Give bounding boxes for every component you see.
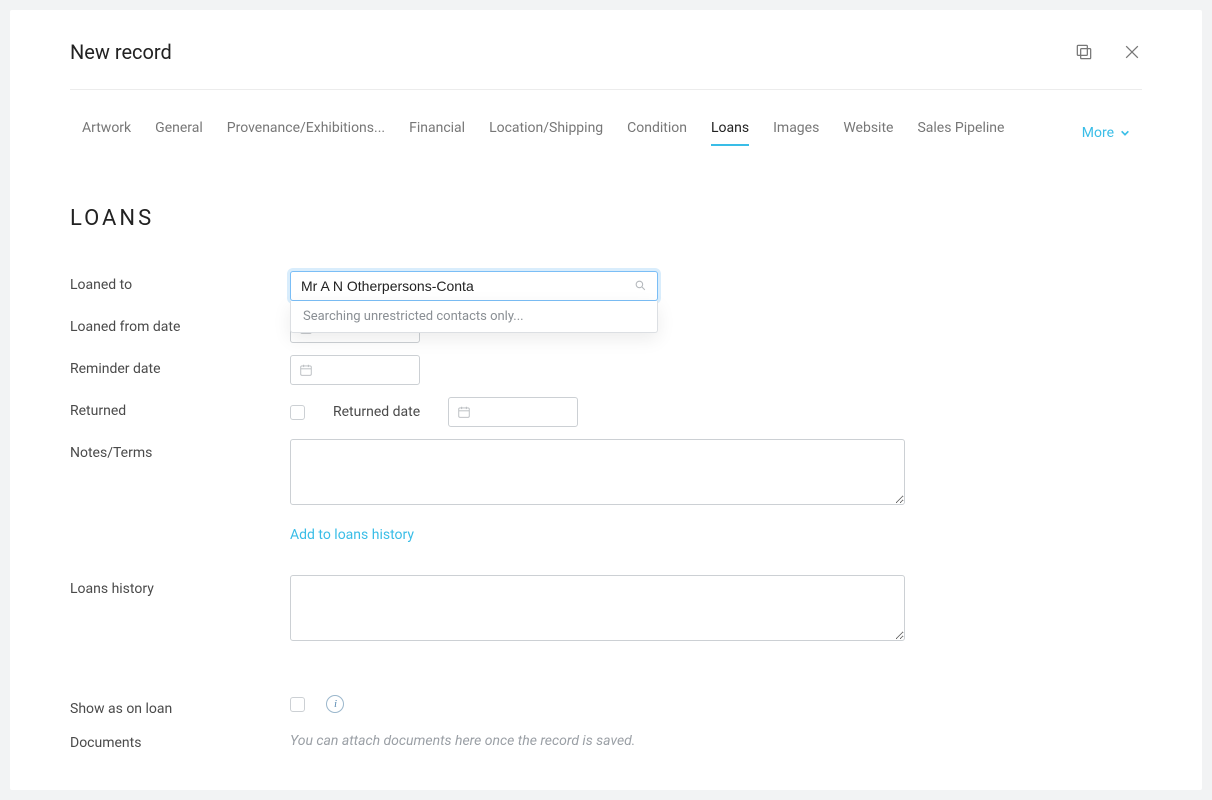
returned-date-input[interactable] [448,397,578,427]
label-returned: Returned [70,397,290,419]
modal-header: New record [70,40,1142,90]
modal-actions [1074,42,1142,62]
tab-sales-pipeline[interactable]: Sales Pipeline [917,120,1004,146]
control-loans-history [290,575,1142,645]
close-icon[interactable] [1122,42,1142,62]
label-returned-date: Returned date [333,404,420,420]
documents-helper: You can attach documents here once the r… [290,729,1142,749]
show-on-loan-checkbox[interactable] [290,697,305,712]
label-loans-history: Loans history [70,575,290,597]
tabs-more-label: More [1082,125,1114,141]
tab-general[interactable]: General [155,120,203,146]
dropdown-hint: Searching unrestricted contacts only... [303,309,524,324]
tab-loans[interactable]: Loans [711,120,749,146]
control-reminder-date [290,355,1142,385]
label-notes: Notes/Terms [70,439,290,461]
label-show-on-loan: Show as on loan [70,695,290,717]
tabs-more-button[interactable]: More [1082,125,1130,141]
chevron-down-icon [1120,128,1130,138]
reminder-date-input[interactable] [290,355,420,385]
modal-new-record: New record Artwork General Provenance/Ex… [10,10,1202,790]
calendar-icon [457,405,471,419]
control-loaned-to: Searching unrestricted contacts only... [290,271,1142,301]
control-returned: Returned date [290,397,1142,427]
label-loaned-to: Loaned to [70,271,290,293]
control-show-on-loan: i [290,695,1142,713]
modal-title: New record [70,40,172,64]
tab-financial[interactable]: Financial [409,120,465,146]
loans-history-textarea[interactable] [290,575,905,641]
loaned-to-input[interactable] [290,271,658,301]
loans-form: Loaned to Searching unrestricted contact… [70,271,1142,751]
tab-images[interactable]: Images [773,120,819,146]
section-title: Loans [70,206,1142,231]
label-documents: Documents [70,729,290,751]
loaned-to-dropdown[interactable]: Searching unrestricted contacts only... [290,301,658,333]
control-notes [290,439,1142,509]
returned-checkbox[interactable] [290,405,305,420]
label-reminder-date: Reminder date [70,355,290,377]
tabs-bar: Artwork General Provenance/Exhibitions..… [70,90,1142,146]
tab-location[interactable]: Location/Shipping [489,120,603,146]
calendar-icon [299,363,313,377]
copy-icon[interactable] [1074,42,1094,62]
info-icon[interactable]: i [326,695,344,713]
tab-artwork[interactable]: Artwork [82,120,131,146]
tab-provenance[interactable]: Provenance/Exhibitions... [227,120,385,146]
tab-website[interactable]: Website [843,120,893,146]
add-to-loans-history-link[interactable]: Add to loans history [290,527,414,543]
label-loaned-from-date: Loaned from date [70,313,290,335]
tab-condition[interactable]: Condition [627,120,687,146]
notes-textarea[interactable] [290,439,905,505]
